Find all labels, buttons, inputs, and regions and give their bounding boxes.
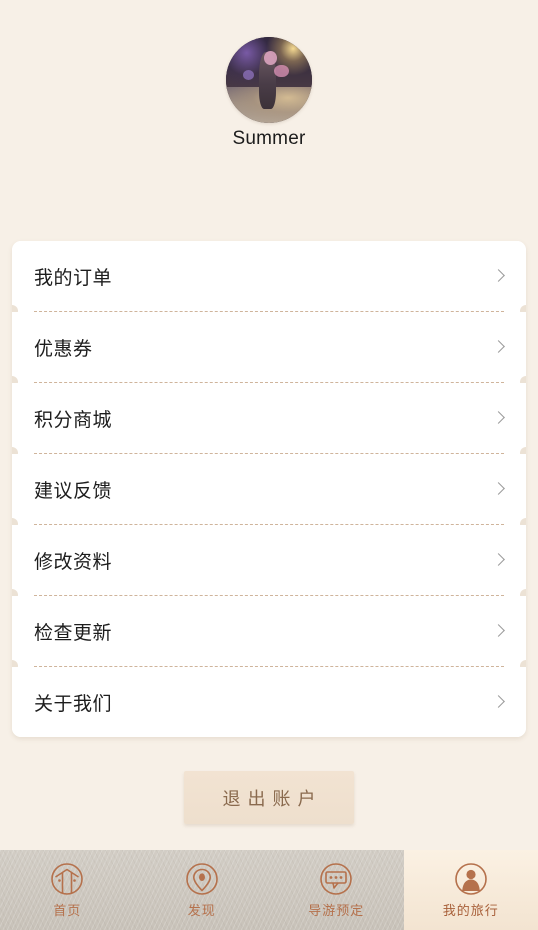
tab-label: 首页 [53, 902, 82, 918]
chevron-right-icon [492, 341, 504, 353]
menu-item-label: 建议反馈 [34, 480, 113, 502]
user-profile-icon [454, 862, 488, 896]
chat-bubble-icon [319, 862, 353, 896]
tab-home[interactable]: 首页 [0, 850, 135, 930]
tab-discover[interactable]: 发现 [135, 850, 270, 930]
chevron-right-icon [492, 554, 504, 566]
home-gate-icon [50, 862, 84, 896]
bottom-tab-bar: 首页 发现 导游预定 我的旅行 [0, 850, 538, 930]
tab-label: 导游预定 [308, 902, 365, 918]
location-pin-icon [185, 862, 219, 896]
tab-guide-booking[interactable]: 导游预定 [269, 850, 404, 930]
username-label: Summer [232, 128, 306, 149]
avatar-photo-light-b [274, 64, 289, 78]
menu-item-label: 检查更新 [34, 622, 113, 644]
chevron-right-icon [492, 412, 504, 424]
avatar[interactable] [226, 37, 312, 123]
profile-header: Summer [0, 0, 538, 238]
menu-item-label: 优惠券 [34, 338, 93, 360]
menu-item-label: 关于我们 [34, 693, 113, 715]
chevron-right-icon [492, 696, 504, 708]
menu-item-points-mall[interactable]: 积分商城 [12, 383, 526, 453]
menu-item-edit-profile[interactable]: 修改资料 [12, 525, 526, 595]
logout-button[interactable]: 退出账户 [184, 771, 354, 824]
menu-item-my-orders[interactable]: 我的订单 [12, 241, 526, 311]
menu-item-coupons[interactable]: 优惠券 [12, 312, 526, 382]
chevron-right-icon [492, 270, 504, 282]
avatar-photo-light-a [263, 50, 277, 65]
tab-label: 发现 [187, 902, 216, 918]
chevron-right-icon [492, 625, 504, 637]
menu-item-check-update[interactable]: 检查更新 [12, 596, 526, 666]
menu-item-label: 积分商城 [34, 409, 113, 431]
tab-label: 我的旅行 [442, 902, 499, 918]
tab-my-trips[interactable]: 我的旅行 [403, 850, 538, 930]
menu-item-about-us[interactable]: 关于我们 [12, 667, 526, 737]
chevron-right-icon [492, 483, 504, 495]
menu-card: 我的订单 优惠券 积分商城 建议反馈 修改资料 检查更新 关于我们 [12, 241, 526, 737]
menu-item-label: 修改资料 [34, 551, 113, 573]
menu-item-feedback[interactable]: 建议反馈 [12, 454, 526, 524]
menu-item-label: 我的订单 [34, 267, 113, 289]
